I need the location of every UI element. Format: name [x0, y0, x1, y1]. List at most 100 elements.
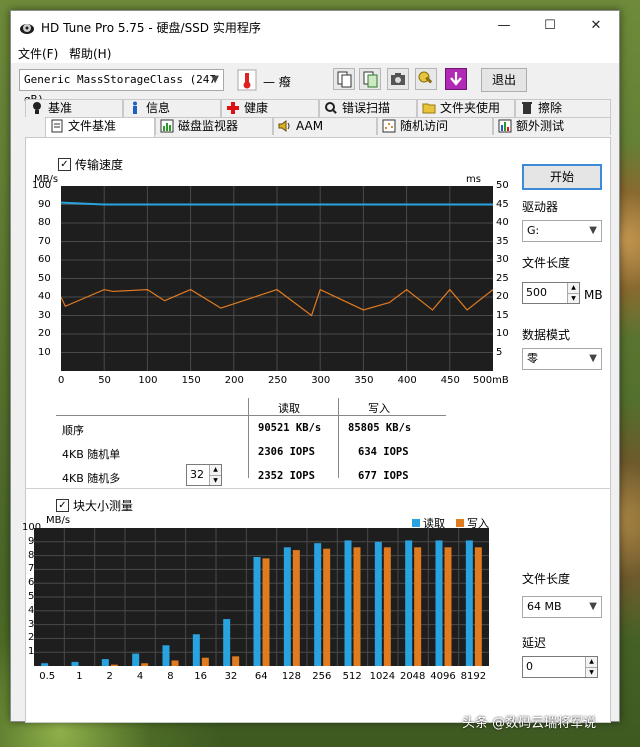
window-title: HD Tune Pro 5.75 - 硬盘/SSD 实用程序	[41, 21, 261, 35]
lightbulb-icon	[33, 102, 41, 114]
menu-bar: 文件(F) 帮助(H)	[11, 43, 619, 63]
title-bar: HD Tune Pro 5.75 - 硬盘/SSD 实用程序 — ☐ ✕	[11, 11, 619, 43]
tab-health[interactable]: 健康	[221, 99, 319, 117]
screenshot-button[interactable]	[387, 68, 409, 90]
tab-label: 额外测试	[516, 119, 565, 133]
x-tick-label: 4	[136, 671, 144, 682]
menu-help[interactable]: 帮助(H)	[69, 45, 111, 62]
spin-up-icon[interactable]: ▲	[567, 283, 579, 293]
y2-tick-label: 20	[496, 291, 509, 302]
spin-down-icon[interactable]: ▼	[567, 293, 579, 303]
transfer-speed-label: 传输速度	[75, 158, 124, 172]
read-bar	[435, 540, 443, 666]
close-button[interactable]: ✕	[573, 11, 619, 41]
data-mode-combo[interactable]: 零 ▼	[522, 348, 602, 370]
start-button[interactable]: 开始	[522, 164, 602, 190]
speaker-icon	[278, 120, 290, 132]
delay-label: 延迟	[522, 636, 547, 650]
row-write-value: 634 IOPS	[358, 446, 409, 458]
row-read-value: 2352 IOPS	[258, 470, 315, 482]
read-bar	[101, 659, 109, 666]
tab-disk-monitor[interactable]: 磁盘监视器	[155, 117, 273, 135]
copy-image-button[interactable]	[359, 68, 381, 90]
bar-chart-icon	[160, 119, 174, 133]
y2-tick-label: 45	[496, 198, 509, 210]
magnifier-icon	[325, 102, 337, 114]
row-write-value: 677 IOPS	[358, 470, 409, 482]
maximize-button[interactable]: ☐	[527, 11, 573, 41]
read-bar	[132, 653, 140, 666]
chevron-down-icon: ▼	[589, 225, 597, 236]
x-tick-label: 128	[281, 671, 302, 682]
exit-button[interactable]: 退出	[481, 68, 527, 92]
read-bar	[405, 540, 413, 666]
x-tick-label: 64	[254, 671, 268, 682]
x-tick-label: 350	[354, 375, 374, 386]
y-tick-label: 10	[38, 346, 51, 358]
read-bar	[223, 619, 231, 666]
queue-depth-stepper[interactable]: 32 ▲ ▼	[186, 464, 222, 486]
tab-error-scan[interactable]: 错误扫描	[319, 99, 417, 117]
x-tick-label: 400	[397, 375, 417, 386]
options-button[interactable]	[415, 68, 437, 90]
spin-up-icon[interactable]: ▲	[209, 465, 221, 475]
tab-folder-usage[interactable]: 文件夹使用	[417, 99, 515, 117]
transfer-speed-checkbox[interactable]: ✓ 传输速度	[58, 156, 123, 173]
drive-combo[interactable]: G: ▼	[522, 220, 602, 242]
y2-tick-label: 15	[496, 309, 509, 321]
tab-label: 擦除	[538, 101, 563, 115]
tab-file-benchmark[interactable]: 文件基准	[45, 117, 155, 137]
x-tick-label: 1	[76, 671, 83, 682]
copy-text-button[interactable]	[333, 68, 355, 90]
x-tick-label: 150	[181, 375, 201, 386]
y2-tick-label: 10	[496, 328, 509, 339]
save-button[interactable]	[445, 68, 467, 90]
write-bar	[353, 547, 361, 666]
menu-file[interactable]: 文件(F)	[18, 45, 58, 62]
tab-label: 随机访问	[400, 119, 449, 133]
tab-label: 文件基准	[68, 119, 117, 133]
x-tick-label: 4096	[430, 671, 456, 682]
tab-label: 基准	[48, 101, 73, 115]
drive-combo-value: G:	[527, 224, 540, 237]
temperature-readout: — 癈	[263, 75, 291, 89]
file-length-value: 500	[526, 286, 547, 299]
spin-down-icon[interactable]: ▼	[209, 475, 221, 485]
x-tick-label: 0	[58, 375, 65, 386]
read-bar	[344, 540, 352, 666]
legend-swatch-write	[456, 519, 464, 527]
row-label: 4KB 随机单	[62, 448, 121, 461]
spin-up-icon[interactable]: ▲	[585, 657, 597, 667]
tab-label: 磁盘监视器	[178, 119, 239, 133]
block-size-checkbox[interactable]: ✓ 块大小测量	[56, 497, 133, 514]
write-bar	[323, 548, 331, 666]
x-tick-label: 8192	[460, 671, 487, 682]
chevron-down-icon: ▼	[211, 74, 219, 85]
camera-icon	[391, 73, 405, 85]
file-length-2-value: 64 MB	[527, 600, 562, 613]
tab-random-access[interactable]: 随机访问	[377, 117, 493, 135]
file-length-2-combo[interactable]: 64 MB ▼	[522, 596, 602, 618]
tab-erase[interactable]: 擦除	[515, 99, 611, 117]
tab-label: 健康	[244, 101, 269, 115]
file-length-label: 文件长度	[522, 256, 571, 270]
tab-label: 错误扫描	[342, 101, 391, 115]
tab-extra-tests[interactable]: 额外测试	[493, 117, 611, 135]
row-read-value: 90521 KB/s	[258, 422, 322, 434]
minimize-button[interactable]: —	[481, 11, 527, 41]
x-tick-label: 8	[167, 671, 174, 682]
file-length-stepper[interactable]: 500 ▲ ▼	[522, 282, 580, 304]
x-tick-label: 512	[342, 671, 362, 682]
x-tick-label: 500mB	[473, 375, 509, 386]
tab-label: 文件夹使用	[440, 101, 501, 115]
block-size-chart	[34, 528, 489, 666]
x-tick-label: 450	[440, 375, 460, 386]
tab-info[interactable]: 信息	[123, 99, 221, 117]
x-tick-label: 2048	[399, 671, 426, 682]
spin-down-icon[interactable]: ▼	[585, 667, 597, 677]
tab-benchmark[interactable]: 基准	[25, 99, 123, 117]
drive-select[interactable]: Generic MassStorageClass (247 gB) ▼	[19, 69, 224, 106]
delay-stepper[interactable]: 0 ▲ ▼	[522, 656, 598, 678]
tab-aam[interactable]: AAM	[273, 117, 377, 135]
section-divider	[25, 488, 611, 489]
